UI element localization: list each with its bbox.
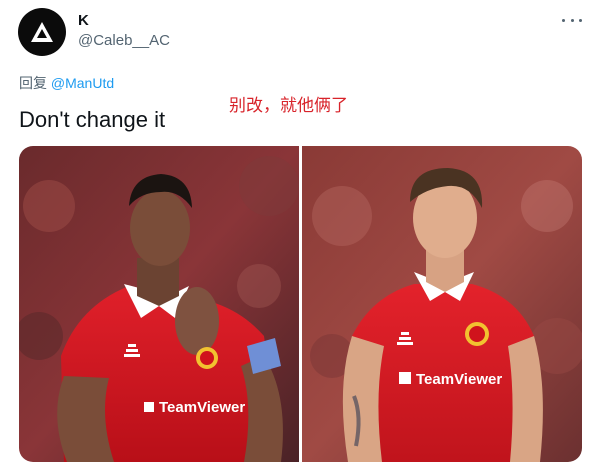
tweet-text: Don't change it <box>19 107 166 132</box>
photo-right[interactable]: TeamViewer <box>302 146 582 462</box>
reply-mention-link[interactable]: @ManUtd <box>51 75 114 91</box>
reply-prefix: 回复 <box>19 75 47 91</box>
display-name[interactable]: K <box>78 12 89 30</box>
user-handle[interactable]: @Caleb__AC <box>78 32 170 50</box>
avatar[interactable] <box>18 8 66 56</box>
more-options-icon[interactable] <box>562 12 582 28</box>
tweet-media: TeamViewer TeamViewer <box>19 146 582 462</box>
triangle-logo-icon <box>31 22 53 42</box>
handwritten-annotation: 别改，就他俩了 <box>229 96 348 116</box>
kit-sponsor-text-left: TeamViewer <box>159 399 245 416</box>
player-photo-right: TeamViewer <box>302 146 582 462</box>
reply-context: 回复 @ManUtd <box>19 74 114 92</box>
photo-left[interactable]: TeamViewer <box>19 146 299 462</box>
kit-sponsor-text-right: TeamViewer <box>416 371 502 388</box>
player-photo-left: TeamViewer <box>19 146 299 462</box>
